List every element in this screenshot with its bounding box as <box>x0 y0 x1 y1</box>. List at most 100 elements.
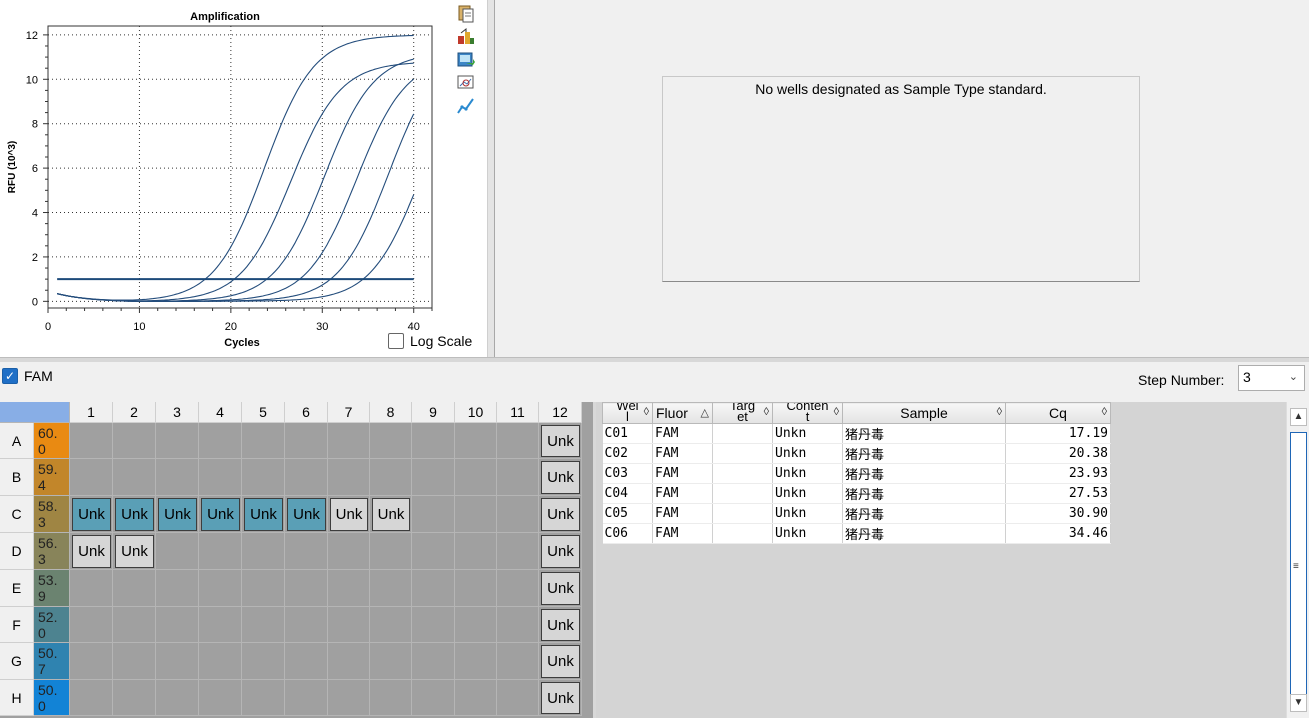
table-row[interactable]: C04 FAM Unkn 猪丹毒 27.53 <box>602 483 1111 504</box>
plate-well-empty[interactable] <box>242 533 285 570</box>
plate-well[interactable]: Unk <box>541 498 580 531</box>
plate-well[interactable]: Unk <box>541 609 580 641</box>
row-header-f[interactable]: F <box>0 607 34 643</box>
plate-well-empty[interactable] <box>70 680 113 716</box>
plate-well-empty[interactable] <box>412 423 455 459</box>
plate-well-empty[interactable] <box>412 533 455 570</box>
plate-well-empty[interactable] <box>370 423 412 459</box>
plate-well-empty[interactable] <box>497 496 539 533</box>
plate-well-empty[interactable] <box>242 607 285 643</box>
column-header-fluor[interactable]: Fluor △ <box>652 402 713 424</box>
plate-well-empty[interactable] <box>328 680 370 716</box>
plate-well-empty[interactable] <box>285 643 328 680</box>
plate-well[interactable]: Unk <box>201 498 240 531</box>
table-row[interactable]: C05 FAM Unkn 猪丹毒 30.90 <box>602 503 1111 524</box>
plate-well-empty[interactable] <box>113 459 156 496</box>
plate-well-empty[interactable] <box>328 459 370 496</box>
plate-well-empty[interactable] <box>70 643 113 680</box>
plate-well-empty[interactable] <box>199 570 242 607</box>
plate-well-empty[interactable] <box>242 423 285 459</box>
plate-well-empty[interactable] <box>370 607 412 643</box>
log-scale-checkbox[interactable] <box>388 333 404 349</box>
column-header-4[interactable]: 4 <box>199 402 242 423</box>
scrollbar-thumb[interactable]: ≡ <box>1290 432 1307 702</box>
plate-well-empty[interactable] <box>285 533 328 570</box>
plate-well-empty[interactable] <box>412 643 455 680</box>
plate-well-empty[interactable] <box>156 607 199 643</box>
plate-well-empty[interactable] <box>242 643 285 680</box>
plate-well-empty[interactable] <box>70 423 113 459</box>
plate-well-empty[interactable] <box>497 607 539 643</box>
plate-well[interactable]: Unk <box>115 498 154 531</box>
column-header-7[interactable]: 7 <box>328 402 370 423</box>
plate-well-empty[interactable] <box>455 459 497 496</box>
plate-well-empty[interactable] <box>242 570 285 607</box>
column-header-12[interactable]: 12 <box>539 402 582 423</box>
plate-well-empty[interactable] <box>156 459 199 496</box>
plate-well-empty[interactable] <box>497 643 539 680</box>
plate-well-empty[interactable] <box>156 643 199 680</box>
plate-well-empty[interactable] <box>285 607 328 643</box>
plate-well-empty[interactable] <box>199 607 242 643</box>
column-header-10[interactable]: 10 <box>455 402 497 423</box>
plate-well-empty[interactable] <box>370 533 412 570</box>
zoom-icon[interactable] <box>456 73 476 93</box>
column-header-3[interactable]: 3 <box>156 402 199 423</box>
plate-well[interactable]: Unk <box>541 535 580 568</box>
plate-well-empty[interactable] <box>455 496 497 533</box>
plate-well-empty[interactable] <box>455 533 497 570</box>
plate-well-empty[interactable] <box>497 570 539 607</box>
plate-well-empty[interactable] <box>242 680 285 716</box>
plate-well-empty[interactable] <box>412 459 455 496</box>
plate-well-empty[interactable] <box>113 570 156 607</box>
plate-well-empty[interactable] <box>113 680 156 716</box>
plate-well-empty[interactable] <box>70 570 113 607</box>
plate-well-empty[interactable] <box>285 459 328 496</box>
column-header-sample[interactable]: Sample ◊ <box>842 402 1006 424</box>
plate-well-empty[interactable] <box>412 496 455 533</box>
plate-well[interactable]: Unk <box>330 498 368 531</box>
copy-icon[interactable] <box>456 4 476 24</box>
plate-well-empty[interactable] <box>455 643 497 680</box>
plate-well[interactable]: Unk <box>372 498 410 531</box>
plate-well-empty[interactable] <box>285 680 328 716</box>
plate-well-empty[interactable] <box>156 423 199 459</box>
column-header-8[interactable]: 8 <box>370 402 412 423</box>
plate-well-empty[interactable] <box>70 607 113 643</box>
row-header-g[interactable]: G <box>0 643 34 680</box>
plate-well-empty[interactable] <box>370 570 412 607</box>
plate-well[interactable]: Unk <box>72 535 111 568</box>
row-header-b[interactable]: B <box>0 459 34 496</box>
column-header-5[interactable]: 5 <box>242 402 285 423</box>
plate-well[interactable]: Unk <box>541 682 580 714</box>
plate-well[interactable]: Unk <box>72 498 111 531</box>
plate-well[interactable]: Unk <box>541 425 580 457</box>
row-header-a[interactable]: A <box>0 423 34 459</box>
plate-well-empty[interactable] <box>113 607 156 643</box>
column-header-1[interactable]: 1 <box>70 402 113 423</box>
plate-well-empty[interactable] <box>370 459 412 496</box>
plate-well-empty[interactable] <box>328 533 370 570</box>
table-row[interactable]: C02 FAM Unkn 猪丹毒 20.38 <box>602 443 1111 464</box>
vertical-splitter[interactable] <box>487 0 495 357</box>
image-icon[interactable] <box>456 50 476 70</box>
plate-well-empty[interactable] <box>328 643 370 680</box>
plate-well[interactable]: Unk <box>541 645 580 678</box>
plate-well-empty[interactable] <box>113 423 156 459</box>
plate-well[interactable]: Unk <box>541 461 580 494</box>
column-header-content[interactable]: Conten t ◊ <box>772 402 843 424</box>
plate-well-empty[interactable] <box>199 423 242 459</box>
export-icon[interactable] <box>456 27 476 47</box>
plate-well-empty[interactable] <box>497 459 539 496</box>
plate-well-empty[interactable] <box>497 680 539 716</box>
vertical-scrollbar[interactable]: ▲ ≡ ▼ <box>1286 402 1309 718</box>
row-header-e[interactable]: E <box>0 570 34 607</box>
log-scale-toggle[interactable]: Log Scale <box>388 333 472 349</box>
table-row[interactable]: C03 FAM Unkn 猪丹毒 23.93 <box>602 463 1111 484</box>
plate-well-empty[interactable] <box>113 643 156 680</box>
column-header-2[interactable]: 2 <box>113 402 156 423</box>
amplification-chart[interactable]: 0 10 20 30 40 0 2 4 6 8 10 12 Amplification Cycles RFU… <box>0 0 456 357</box>
chart-options-icon[interactable] <box>456 96 476 116</box>
plate-well-empty[interactable] <box>242 459 285 496</box>
plate-well-empty[interactable] <box>412 680 455 716</box>
